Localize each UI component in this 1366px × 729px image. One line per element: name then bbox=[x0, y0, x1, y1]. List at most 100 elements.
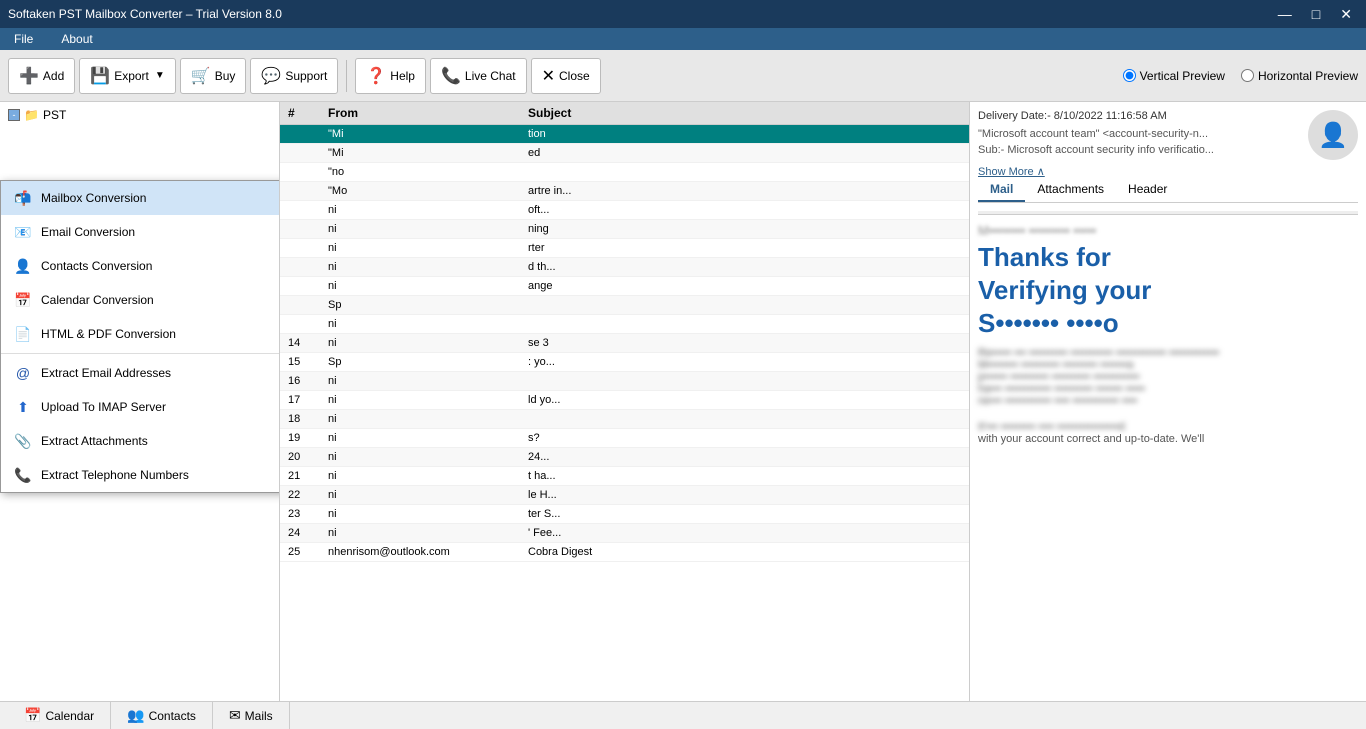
email-row[interactable]: ni bbox=[280, 315, 969, 334]
row-num: 25 bbox=[288, 546, 328, 558]
email-list: "Mi tion "Mi ed "no "Mo artre in... ni o… bbox=[280, 125, 969, 562]
email-row[interactable]: 17 ni ld yo... bbox=[280, 391, 969, 410]
context-menu-extract-email[interactable]: @ Extract Email Addresses bbox=[1, 356, 280, 390]
email-row[interactable]: 16 ni bbox=[280, 372, 969, 391]
row-from: "Mo bbox=[328, 185, 528, 197]
close-window-button[interactable]: ✕ bbox=[1334, 4, 1358, 25]
live-chat-icon: 📞 bbox=[441, 66, 461, 86]
email-row[interactable]: 21 ni t ha... bbox=[280, 467, 969, 486]
help-button[interactable]: ❓ Help bbox=[355, 58, 426, 94]
preview-avatar: 👤 bbox=[1308, 110, 1358, 160]
row-from: ni bbox=[328, 337, 528, 349]
email-row[interactable]: "Mi tion bbox=[280, 125, 969, 144]
minimize-button[interactable]: — bbox=[1272, 4, 1298, 25]
context-menu-email-label: Email Conversion bbox=[41, 225, 135, 239]
preview-heading-3: S••••••• ••••o bbox=[978, 308, 1358, 339]
status-contacts-button[interactable]: 👥 Contacts bbox=[111, 702, 213, 729]
row-from: "no bbox=[328, 166, 528, 178]
email-row[interactable]: 22 ni le H... bbox=[280, 486, 969, 505]
email-row[interactable]: ni rter bbox=[280, 239, 969, 258]
tab-attachments[interactable]: Attachments bbox=[1025, 178, 1116, 202]
maximize-button[interactable]: □ bbox=[1306, 4, 1326, 25]
show-more-link[interactable]: Show More ∧ bbox=[978, 164, 1300, 178]
row-subject: : yo... bbox=[528, 356, 961, 368]
email-row[interactable]: 20 ni 24... bbox=[280, 448, 969, 467]
context-menu-html[interactable]: 📄 HTML & PDF Conversion ▶ bbox=[1, 317, 280, 351]
context-menu-email[interactable]: 📧 Email Conversion ▶ bbox=[1, 215, 280, 249]
tree-checkbox-root[interactable]: - bbox=[8, 109, 20, 121]
tree-folder-icon: 📁 bbox=[24, 108, 39, 122]
vertical-preview-option[interactable]: Vertical Preview bbox=[1123, 69, 1225, 83]
export-button[interactable]: 💾 Export ▼ bbox=[79, 58, 176, 94]
email-row[interactable]: 23 ni ter S... bbox=[280, 505, 969, 524]
status-calendar-button[interactable]: 📅 Calendar bbox=[8, 702, 111, 729]
context-menu-calendar[interactable]: 📅 Calendar Conversion ▶ bbox=[1, 283, 280, 317]
context-menu-mailbox[interactable]: 📬 Mailbox Conversion ▶ 🔴 Convert To NSF … bbox=[1, 181, 280, 215]
contacts-status-icon: 👥 bbox=[127, 707, 144, 724]
email-row[interactable]: "Mo artre in... bbox=[280, 182, 969, 201]
email-row[interactable]: "no bbox=[280, 163, 969, 182]
row-from: ni bbox=[328, 451, 528, 463]
calendar-status-icon: 📅 bbox=[24, 707, 41, 724]
row-from: ni bbox=[328, 375, 528, 387]
email-row[interactable]: 24 ni ' Fee... bbox=[280, 524, 969, 543]
menu-file[interactable]: File bbox=[8, 30, 39, 48]
tab-header[interactable]: Header bbox=[1116, 178, 1179, 202]
preview-body-text-6: It'••• ••••••••• •••• ••••••••••••••••d bbox=[978, 421, 1358, 433]
email-row[interactable]: 18 ni bbox=[280, 410, 969, 429]
preview-divider bbox=[978, 211, 1358, 215]
status-mails-button[interactable]: ✉ Mails bbox=[213, 702, 290, 729]
html-icon: 📄 bbox=[13, 324, 33, 344]
support-button[interactable]: 💬 Support bbox=[250, 58, 338, 94]
email-icon: 📧 bbox=[13, 222, 33, 242]
email-row[interactable]: 15 Sp : yo... bbox=[280, 353, 969, 372]
row-subject: d th... bbox=[528, 261, 961, 273]
row-subject bbox=[528, 318, 961, 330]
mails-status-icon: ✉ bbox=[229, 707, 241, 724]
tree-root[interactable]: - 📁 PST bbox=[4, 106, 275, 124]
live-chat-button[interactable]: 📞 Live Chat bbox=[430, 58, 527, 94]
context-menu-upload[interactable]: ⬆ Upload To IMAP Server bbox=[1, 390, 280, 424]
row-from: ni bbox=[328, 318, 528, 330]
context-menu-telephone[interactable]: 📞 Extract Telephone Numbers bbox=[1, 458, 280, 492]
email-row[interactable]: 19 ni s? bbox=[280, 429, 969, 448]
email-list-panel: # From Subject "Mi tion "Mi ed "no "Mo a… bbox=[280, 102, 970, 701]
close-button[interactable]: ✕ Close bbox=[531, 58, 601, 94]
email-row[interactable]: "Mi ed bbox=[280, 144, 969, 163]
row-subject: ed bbox=[528, 147, 961, 159]
header-subject: Subject bbox=[528, 106, 961, 120]
buy-button[interactable]: 🛒 Buy bbox=[180, 58, 247, 94]
row-from: "Mi bbox=[328, 147, 528, 159]
preview-body-text-1: Re••••• ••• •••••••••• ••••••••••• •••••… bbox=[978, 347, 1358, 359]
preview-tabs: Mail Attachments Header bbox=[978, 178, 1358, 203]
email-row[interactable]: ni ning bbox=[280, 220, 969, 239]
context-menu-attachments[interactable]: 📎 Extract Attachments bbox=[1, 424, 280, 458]
row-num: 21 bbox=[288, 470, 328, 482]
preview-header: Delivery Date:- 8/10/2022 11:16:58 AM "M… bbox=[978, 110, 1358, 178]
email-row[interactable]: 14 ni se 3 bbox=[280, 334, 969, 353]
horizontal-preview-option[interactable]: Horizontal Preview bbox=[1241, 69, 1358, 83]
email-list-header: # From Subject bbox=[280, 102, 969, 125]
context-menu-contacts[interactable]: 👤 Contacts Conversion ▶ bbox=[1, 249, 280, 283]
preview-body: M•••••••• ••••••••• ••••• Thanks for Ver… bbox=[978, 223, 1358, 445]
preview-subject: Sub:- Microsoft account security info ve… bbox=[978, 144, 1300, 156]
row-subject: rter bbox=[528, 242, 961, 254]
row-from: ni bbox=[328, 413, 528, 425]
email-row[interactable]: Sp bbox=[280, 296, 969, 315]
email-row[interactable]: ni oft... bbox=[280, 201, 969, 220]
email-row[interactable]: 25 nhenrisom@outlook.com Cobra Digest bbox=[280, 543, 969, 562]
horizontal-preview-radio[interactable] bbox=[1241, 69, 1254, 82]
row-subject: oft... bbox=[528, 204, 961, 216]
preview-heading-1: Thanks for bbox=[978, 242, 1358, 273]
menu-about[interactable]: About bbox=[55, 30, 98, 48]
vertical-preview-radio[interactable] bbox=[1123, 69, 1136, 82]
add-button[interactable]: ➕ Add bbox=[8, 58, 75, 94]
toolbar-separator-1 bbox=[346, 60, 347, 92]
preview-line-1: M•••••••• ••••••••• ••••• bbox=[978, 223, 1358, 238]
row-from: ni bbox=[328, 242, 528, 254]
row-subject: tion bbox=[528, 128, 961, 140]
email-row[interactable]: ni d th... bbox=[280, 258, 969, 277]
email-row[interactable]: ni ange bbox=[280, 277, 969, 296]
row-num: 20 bbox=[288, 451, 328, 463]
tab-mail[interactable]: Mail bbox=[978, 178, 1025, 202]
